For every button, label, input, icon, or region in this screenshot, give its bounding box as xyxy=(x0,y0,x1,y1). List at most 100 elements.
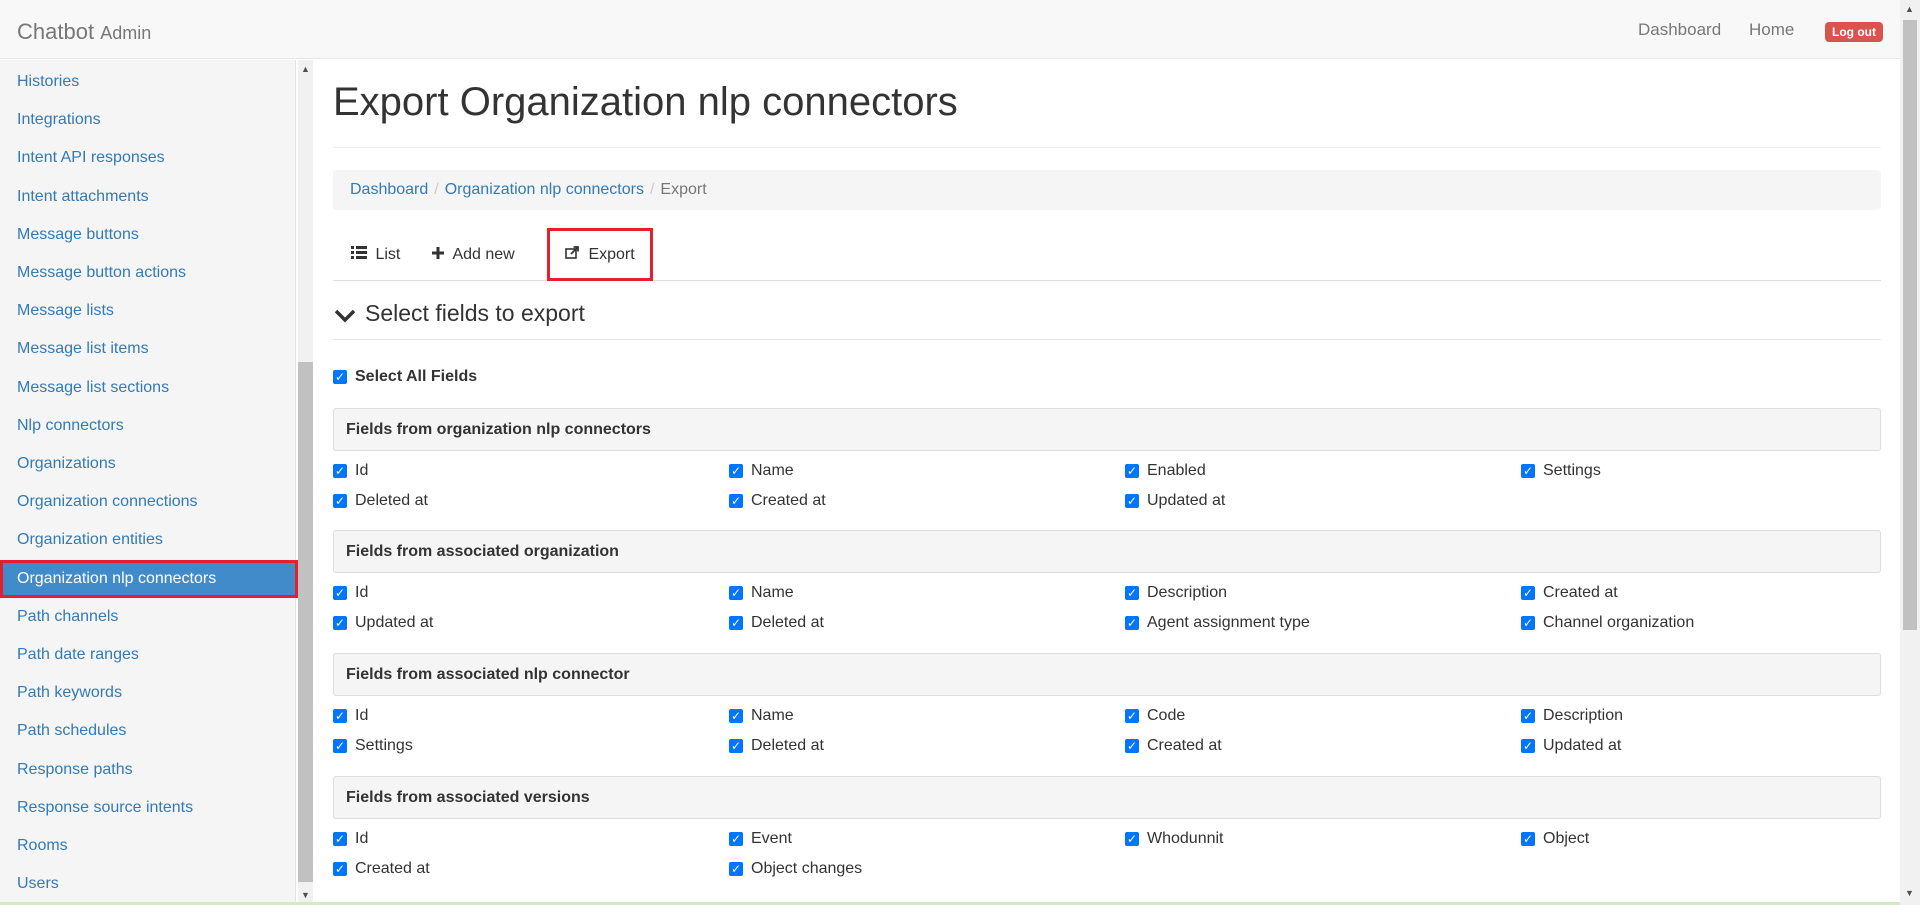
sidebar-item[interactable]: Path schedules xyxy=(0,712,298,750)
field-checkbox[interactable]: ✓ xyxy=(729,709,743,723)
section-header[interactable]: Select fields to export xyxy=(333,300,1881,340)
field-checkbox-item[interactable]: ✓ Id xyxy=(333,583,368,603)
sidebar-item[interactable]: Rooms xyxy=(0,827,298,865)
sidebar-item[interactable]: Integrations xyxy=(0,101,298,139)
sidebar-item[interactable]: Message button actions xyxy=(0,254,298,292)
sidebar-item[interactable]: Organization entities xyxy=(0,521,298,559)
sidebar-item[interactable]: Organizations xyxy=(0,445,298,483)
field-checkbox-item[interactable]: ✓ Object changes xyxy=(729,859,862,879)
field-checkbox[interactable]: ✓ xyxy=(333,464,347,478)
field-checkbox[interactable]: ✓ xyxy=(729,616,743,630)
nav-home-link[interactable]: Home xyxy=(1749,20,1794,40)
sidebar-item[interactable]: Message list items xyxy=(0,330,298,368)
field-checkbox[interactable]: ✓ xyxy=(729,464,743,478)
logout-button[interactable]: Log out xyxy=(1825,22,1883,42)
scroll-up-icon[interactable]: ▲ xyxy=(1905,4,1914,14)
field-checkbox-item[interactable]: ✓ Id xyxy=(333,829,368,849)
field-checkbox[interactable]: ✓ xyxy=(333,586,347,600)
field-checkbox-item[interactable]: ✓ Whodunnit xyxy=(1125,829,1224,849)
field-checkbox[interactable]: ✓ xyxy=(333,862,347,876)
sidebar-item[interactable]: Message list sections xyxy=(0,369,298,407)
tab-list[interactable]: List xyxy=(333,228,418,281)
breadcrumb-dashboard[interactable]: Dashboard xyxy=(350,181,428,198)
field-checkbox-item[interactable]: ✓ Name xyxy=(729,583,794,603)
field-checkbox-item[interactable]: ✓ Created at xyxy=(1125,736,1222,756)
field-checkbox[interactable]: ✓ xyxy=(1521,709,1535,723)
field-checkbox-item[interactable]: ✓ Name xyxy=(729,706,794,726)
page-scrollbar[interactable]: ▲ ▼ xyxy=(1900,0,1920,905)
field-checkbox-item[interactable]: ✓ Description xyxy=(1521,706,1623,726)
field-checkbox-item[interactable]: ✓ Created at xyxy=(333,859,430,879)
field-checkbox-item[interactable]: ✓ Event xyxy=(729,829,792,849)
field-checkbox-item[interactable]: ✓ Code xyxy=(1125,706,1185,726)
page-scroll-thumb[interactable] xyxy=(1903,20,1917,630)
sidebar-item[interactable]: Message buttons xyxy=(0,216,298,254)
field-checkbox-item[interactable]: ✓ Id xyxy=(333,461,368,481)
field-checkbox-item[interactable]: ✓ Settings xyxy=(1521,461,1601,481)
field-checkbox[interactable]: ✓ xyxy=(1521,616,1535,630)
sidebar-item[interactable]: Path channels xyxy=(0,598,298,636)
field-checkbox[interactable]: ✓ xyxy=(1125,494,1139,508)
field-checkbox-item[interactable]: ✓ Updated at xyxy=(333,613,433,633)
scroll-down-icon[interactable]: ▼ xyxy=(301,890,310,900)
field-checkbox-item[interactable]: ✓ Id xyxy=(333,706,368,726)
field-checkbox[interactable]: ✓ xyxy=(729,586,743,600)
field-checkbox[interactable]: ✓ xyxy=(729,832,743,846)
field-checkbox[interactable]: ✓ xyxy=(1521,464,1535,478)
field-checkbox[interactable]: ✓ xyxy=(1125,616,1139,630)
brand[interactable]: Chatbot Admin xyxy=(17,19,151,45)
field-checkbox[interactable]: ✓ xyxy=(333,494,347,508)
field-checkbox[interactable]: ✓ xyxy=(729,739,743,753)
sidebar-item[interactable]: Response source intents xyxy=(0,789,298,827)
field-checkbox[interactable]: ✓ xyxy=(333,832,347,846)
field-checkbox[interactable]: ✓ xyxy=(1521,739,1535,753)
field-checkbox-item[interactable]: ✓ Updated at xyxy=(1521,736,1621,756)
field-checkbox-item[interactable]: ✓ Name xyxy=(729,461,794,481)
sidebar-item[interactable]: Path date ranges xyxy=(0,636,298,674)
sidebar-item[interactable]: Response paths xyxy=(0,751,298,789)
select-all-fields[interactable]: ✓ Select All Fields xyxy=(333,368,477,386)
field-checkbox-item[interactable]: ✓ Channel organization xyxy=(1521,613,1694,633)
field-checkbox[interactable]: ✓ xyxy=(1125,739,1139,753)
sidebar-item[interactable]: Users xyxy=(0,865,298,903)
sidebar-item[interactable]: Organization nlp connectors xyxy=(0,559,298,598)
scroll-down-icon[interactable]: ▼ xyxy=(1905,888,1914,898)
sidebar-item[interactable]: Message lists xyxy=(0,292,298,330)
nav-dashboard-link[interactable]: Dashboard xyxy=(1638,20,1721,40)
field-checkbox[interactable]: ✓ xyxy=(333,616,347,630)
field-checkbox[interactable]: ✓ xyxy=(1125,709,1139,723)
tab-add-new[interactable]: Add new xyxy=(414,228,533,281)
sidebar-item[interactable]: Intent attachments xyxy=(0,178,298,216)
breadcrumb-organization-nlp-connectors[interactable]: Organization nlp connectors xyxy=(445,181,644,198)
sidebar-item[interactable]: Nlp connectors xyxy=(0,407,298,445)
field-checkbox[interactable]: ✓ xyxy=(729,494,743,508)
sidebar-item[interactable]: Histories xyxy=(0,63,298,101)
field-checkbox-item[interactable]: ✓ Created at xyxy=(729,491,826,511)
field-checkbox-item[interactable]: ✓ Updated at xyxy=(1125,491,1225,511)
field-checkbox-item[interactable]: ✓ Deleted at xyxy=(333,491,428,511)
field-checkbox[interactable]: ✓ xyxy=(729,862,743,876)
field-checkbox[interactable]: ✓ xyxy=(1125,464,1139,478)
field-checkbox-item[interactable]: ✓ Settings xyxy=(333,736,413,756)
select-all-checkbox[interactable]: ✓ xyxy=(333,370,347,384)
scroll-up-icon[interactable]: ▲ xyxy=(301,64,310,74)
sidebar-item[interactable]: Path keywords xyxy=(0,674,298,712)
field-checkbox[interactable]: ✓ xyxy=(333,709,347,723)
field-checkbox-item[interactable]: ✓ Created at xyxy=(1521,583,1618,603)
field-checkbox-item[interactable]: ✓ Agent assignment type xyxy=(1125,613,1310,633)
field-checkbox-item[interactable]: ✓ Object xyxy=(1521,829,1589,849)
sidebar-scroll-thumb[interactable] xyxy=(298,362,313,882)
field-checkbox-item[interactable]: ✓ Deleted at xyxy=(729,613,824,633)
field-checkbox-item[interactable]: ✓ Enabled xyxy=(1125,461,1206,481)
field-checkbox-item[interactable]: ✓ Deleted at xyxy=(729,736,824,756)
sidebar-scrollbar[interactable]: ▲ ▼ xyxy=(298,60,313,905)
field-checkbox[interactable]: ✓ xyxy=(1125,586,1139,600)
field-checkbox[interactable]: ✓ xyxy=(1521,586,1535,600)
field-checkbox-item[interactable]: ✓ Description xyxy=(1125,583,1227,603)
field-checkbox[interactable]: ✓ xyxy=(1521,832,1535,846)
sidebar-item[interactable]: Organization connections xyxy=(0,483,298,521)
sidebar-item[interactable]: Intent API responses xyxy=(0,139,298,177)
field-checkbox[interactable]: ✓ xyxy=(333,739,347,753)
tab-export[interactable]: Export xyxy=(547,228,653,281)
field-checkbox[interactable]: ✓ xyxy=(1125,832,1139,846)
